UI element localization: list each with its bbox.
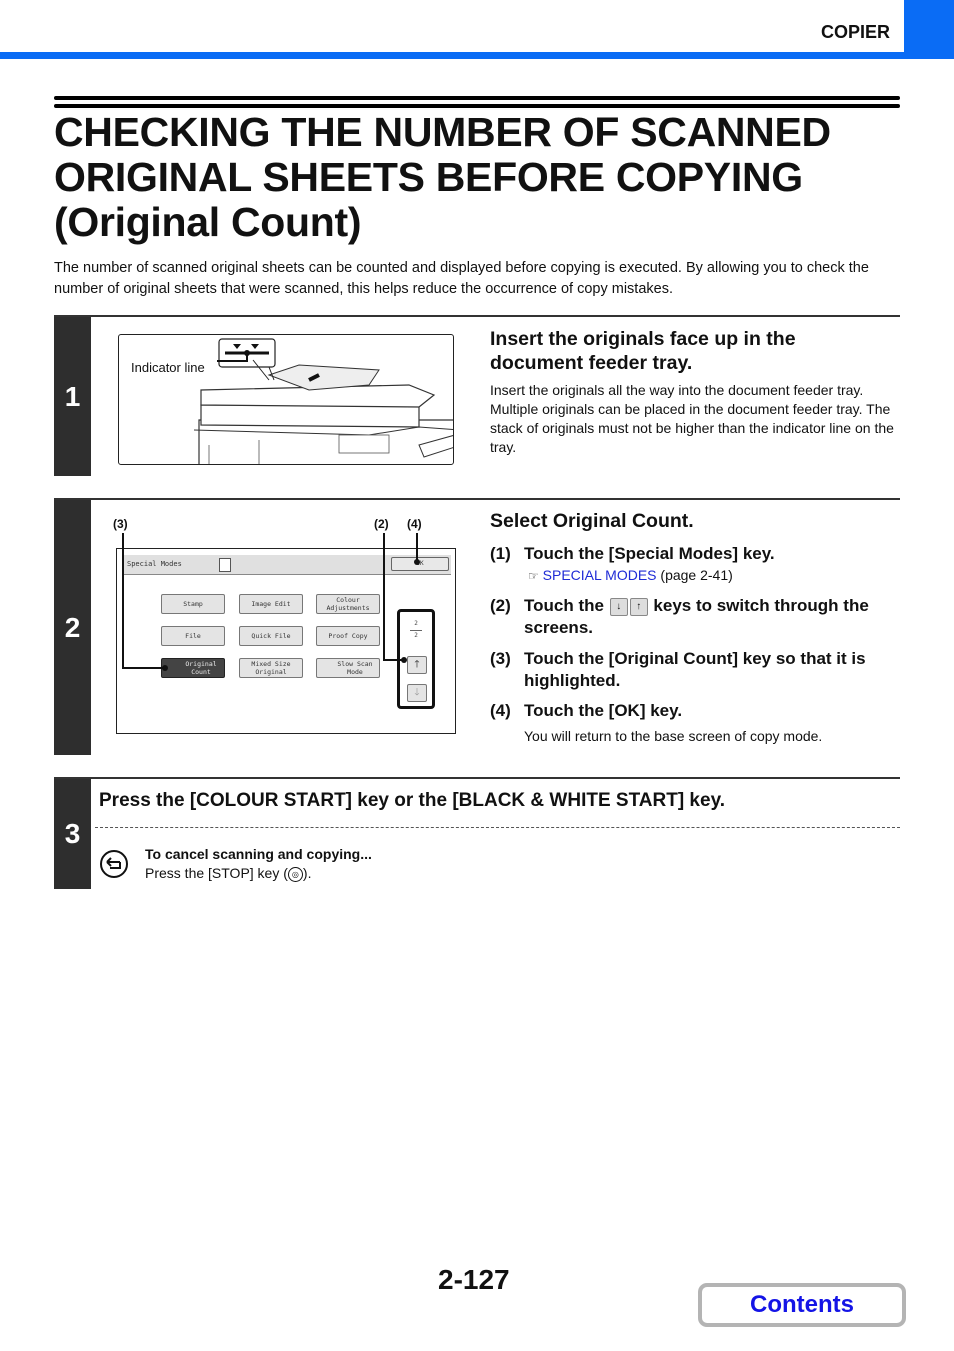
pointing-hand-icon: ☞	[528, 569, 539, 583]
return-arrow-icon	[100, 850, 128, 878]
step-2-heading: Select Original Count.	[490, 510, 694, 532]
step-3-heading: Press the [COLOUR START] key or the [BLA…	[99, 790, 725, 811]
substep-4: (4) Touch the [OK] key.	[490, 700, 900, 722]
step-number: 3	[54, 779, 91, 889]
page-number: 2-127	[438, 1264, 510, 1295]
cancel-note-text: Press the [STOP] key (◎).	[145, 865, 312, 882]
down-key-icon: ↓	[609, 597, 628, 616]
substep-number: (1)	[490, 544, 511, 563]
special-modes-link[interactable]: SPECIAL MODES	[543, 567, 657, 583]
page-reference: (page 2-41)	[660, 567, 733, 583]
substep-list: (1) Touch the [Special Modes] key. ☞ SPEC…	[490, 543, 900, 746]
stop-key-icon: ◎	[287, 866, 303, 882]
cancel-note: To cancel scanning and copying... Press …	[145, 845, 372, 883]
dashed-divider	[95, 827, 900, 828]
callout-4-dot	[414, 559, 420, 565]
substep-4-note: You will return to the base screen of co…	[524, 728, 823, 744]
callout-2-leader	[383, 533, 404, 661]
substep-number: (2)	[490, 596, 511, 615]
substep-text: Touch the ↓ ↑ keys to switch through the …	[524, 596, 869, 637]
substep-2: (2) Touch the ↓ ↑ keys to switch through t…	[490, 595, 900, 639]
callout-2-dot	[401, 657, 407, 663]
substep-text: Touch the [OK] key.	[524, 701, 683, 720]
substep-text: Touch the [Special Modes] key.	[524, 544, 775, 563]
contents-button[interactable]: Contents	[698, 1283, 906, 1327]
substep-number: (4)	[490, 701, 511, 720]
cancel-note-title: To cancel scanning and copying...	[145, 846, 372, 862]
callout-3-dot	[162, 665, 168, 671]
substep-3: (3) Touch the [Original Count] key so tha…	[490, 648, 900, 692]
substep-number: (3)	[490, 649, 511, 668]
substep-1-reference: ☞ SPECIAL MODES (page 2-41)	[490, 565, 900, 586]
substep-text: Touch the [Original Count] key so that i…	[524, 649, 866, 690]
substep-1: (1) Touch the [Special Modes] key.	[490, 543, 900, 565]
up-key-icon: ↑	[629, 597, 648, 616]
callout-3-leader	[122, 533, 165, 669]
